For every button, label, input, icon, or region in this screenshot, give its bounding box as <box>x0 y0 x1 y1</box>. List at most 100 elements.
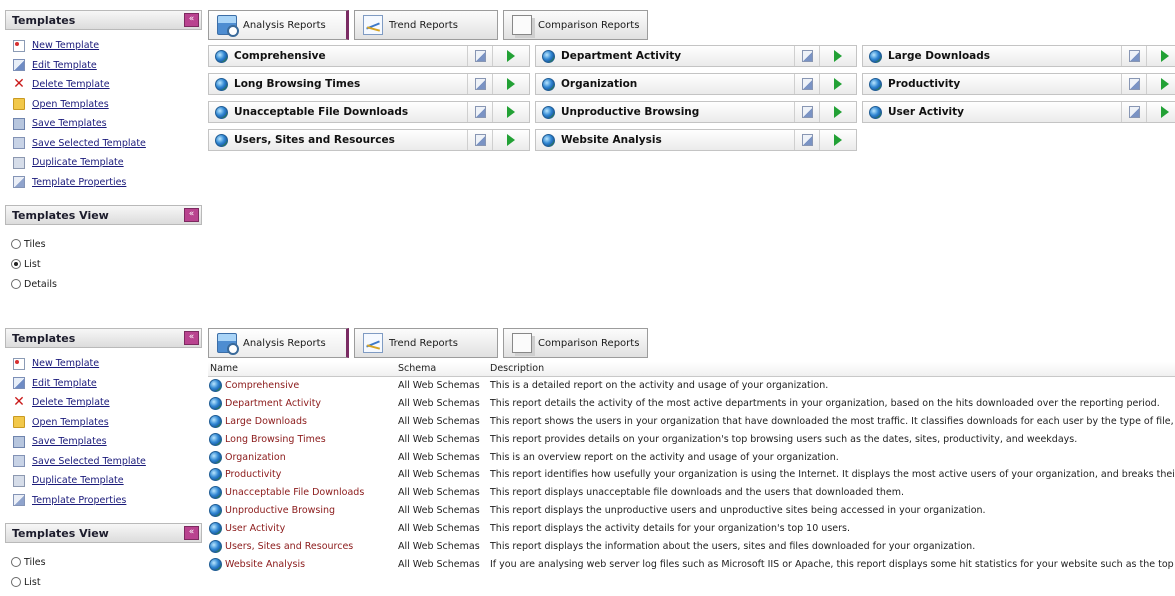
run-report-button[interactable] <box>819 130 856 150</box>
edit-report-button[interactable] <box>794 74 819 94</box>
view-option-list[interactable]: List <box>11 254 202 274</box>
save-selected-template-link[interactable]: Save Selected Template <box>13 134 202 154</box>
row-name[interactable]: User Activity <box>225 523 285 534</box>
list-row[interactable]: Website Analysis All Web Schemas If you ar… <box>208 556 1175 574</box>
radio-list[interactable] <box>11 259 21 269</box>
tab-trend-reports[interactable]: Trend Reports <box>354 10 498 40</box>
edit-template-link[interactable]: Edit Template <box>13 56 202 76</box>
report-tile[interactable]: Organization <box>535 73 857 95</box>
row-name[interactable]: Organization <box>225 452 286 463</box>
run-report-button[interactable] <box>492 130 529 150</box>
collapse-templates-button[interactable]: « <box>184 13 199 27</box>
row-name[interactable]: Productivity <box>225 469 281 480</box>
list-row[interactable]: Comprehensive All Web Schemas This is a de… <box>208 377 1175 395</box>
tab-analysis-reports[interactable]: Analysis Reports <box>208 328 349 358</box>
report-tile[interactable]: Website Analysis <box>535 129 857 151</box>
save-templates-link[interactable]: Save Templates <box>13 432 202 452</box>
report-tile[interactable]: User Activity <box>862 101 1175 123</box>
save-templates-link[interactable]: Save Templates <box>13 114 202 134</box>
edit-report-button[interactable] <box>1121 102 1146 122</box>
list-row[interactable]: Unacceptable File Downloads All Web Schem… <box>208 484 1175 502</box>
edit-report-button[interactable] <box>794 46 819 66</box>
tab-trend-reports[interactable]: Trend Reports <box>354 328 498 358</box>
list-row[interactable]: Department Activity All Web Schemas This r… <box>208 395 1175 413</box>
list-row[interactable]: User Activity All Web Schemas This report … <box>208 520 1175 538</box>
duplicate-template-link[interactable]: Duplicate Template <box>13 471 202 491</box>
list-row[interactable]: Organization All Web Schemas This is an ov… <box>208 449 1175 467</box>
tab-comparison-reports[interactable]: Comparison Reports <box>503 328 648 358</box>
duplicate-template-link[interactable]: Duplicate Template <box>13 153 202 173</box>
view-options: Tiles List Details <box>5 225 202 294</box>
edit-template-link[interactable]: Edit Template <box>13 374 202 394</box>
report-tile[interactable]: Productivity <box>862 73 1175 95</box>
run-report-button[interactable] <box>819 74 856 94</box>
open-templates-link[interactable]: Open Templates <box>13 413 202 433</box>
row-name[interactable]: Large Downloads <box>225 416 307 427</box>
edit-report-button[interactable] <box>467 130 492 150</box>
collapse-view-button[interactable]: « <box>184 208 199 222</box>
row-name[interactable]: Comprehensive <box>225 380 299 391</box>
edit-report-button[interactable] <box>467 46 492 66</box>
edit-report-button[interactable] <box>1121 46 1146 66</box>
template-properties-link[interactable]: Template Properties <box>13 491 202 511</box>
view-option-tiles[interactable]: Tiles <box>11 552 202 572</box>
report-tile[interactable]: Department Activity <box>535 45 857 67</box>
run-report-button[interactable] <box>1146 74 1175 94</box>
edit-report-button[interactable] <box>1121 74 1146 94</box>
run-report-button[interactable] <box>492 74 529 94</box>
run-report-button[interactable] <box>492 102 529 122</box>
report-tile[interactable]: Unacceptable File Downloads <box>208 101 530 123</box>
tab-comparison-reports[interactable]: Comparison Reports <box>503 10 648 40</box>
report-tile[interactable]: Users, Sites and Resources <box>208 129 530 151</box>
list-row[interactable]: Long Browsing Times All Web Schemas This r… <box>208 431 1175 449</box>
column-header-name[interactable]: Name <box>210 363 238 374</box>
row-name[interactable]: Users, Sites and Resources <box>225 541 353 552</box>
report-tile[interactable]: Large Downloads <box>862 45 1175 67</box>
run-report-button[interactable] <box>1146 102 1175 122</box>
play-icon <box>1161 106 1169 118</box>
edit-report-button[interactable] <box>467 102 492 122</box>
tab-analysis-reports[interactable]: Analysis Reports <box>208 10 349 40</box>
edit-icon <box>474 78 486 90</box>
collapse-view-button[interactable]: « <box>184 526 199 540</box>
row-name[interactable]: Long Browsing Times <box>225 434 326 445</box>
row-name[interactable]: Unproductive Browsing <box>225 505 335 516</box>
run-report-button[interactable] <box>819 46 856 66</box>
run-report-button[interactable] <box>1146 46 1175 66</box>
play-icon <box>507 106 515 118</box>
report-tile[interactable]: Comprehensive <box>208 45 530 67</box>
row-name[interactable]: Unacceptable File Downloads <box>225 487 364 498</box>
save-selected-template-link[interactable]: Save Selected Template <box>13 452 202 472</box>
list-row[interactable]: Unproductive Browsing All Web Schemas This… <box>208 502 1175 520</box>
edit-report-button[interactable] <box>794 130 819 150</box>
view-option-tiles[interactable]: Tiles <box>11 234 202 254</box>
list-row[interactable]: Users, Sites and Resources All Web Schema… <box>208 538 1175 556</box>
row-name[interactable]: Website Analysis <box>225 559 305 570</box>
open-templates-label: Open Templates <box>32 98 109 110</box>
view-option-list[interactable]: List <box>11 572 202 592</box>
radio-list[interactable] <box>11 577 21 587</box>
view-option-details[interactable]: Details <box>11 592 202 596</box>
view-option-details[interactable]: Details <box>11 274 202 294</box>
delete-template-link[interactable]: ✕ Delete Template <box>13 75 202 95</box>
report-tile[interactable]: Unproductive Browsing <box>535 101 857 123</box>
run-report-button[interactable] <box>819 102 856 122</box>
edit-report-button[interactable] <box>467 74 492 94</box>
new-template-link[interactable]: New Template <box>13 354 202 374</box>
new-template-link[interactable]: New Template <box>13 36 202 56</box>
run-report-button[interactable] <box>492 46 529 66</box>
radio-tiles[interactable] <box>11 557 21 567</box>
radio-tiles[interactable] <box>11 239 21 249</box>
collapse-templates-button[interactable]: « <box>184 331 199 345</box>
report-tile[interactable]: Long Browsing Times <box>208 73 530 95</box>
radio-details[interactable] <box>11 279 21 289</box>
column-header-description[interactable]: Description <box>490 363 544 374</box>
column-header-schema[interactable]: Schema <box>398 363 436 374</box>
delete-template-link[interactable]: ✕ Delete Template <box>13 393 202 413</box>
list-row[interactable]: Productivity All Web Schemas This report i… <box>208 466 1175 484</box>
list-row[interactable]: Large Downloads All Web Schemas This repor… <box>208 413 1175 431</box>
edit-report-button[interactable] <box>794 102 819 122</box>
row-name[interactable]: Department Activity <box>225 398 321 409</box>
template-properties-link[interactable]: Template Properties <box>13 173 202 193</box>
open-templates-link[interactable]: Open Templates <box>13 95 202 115</box>
